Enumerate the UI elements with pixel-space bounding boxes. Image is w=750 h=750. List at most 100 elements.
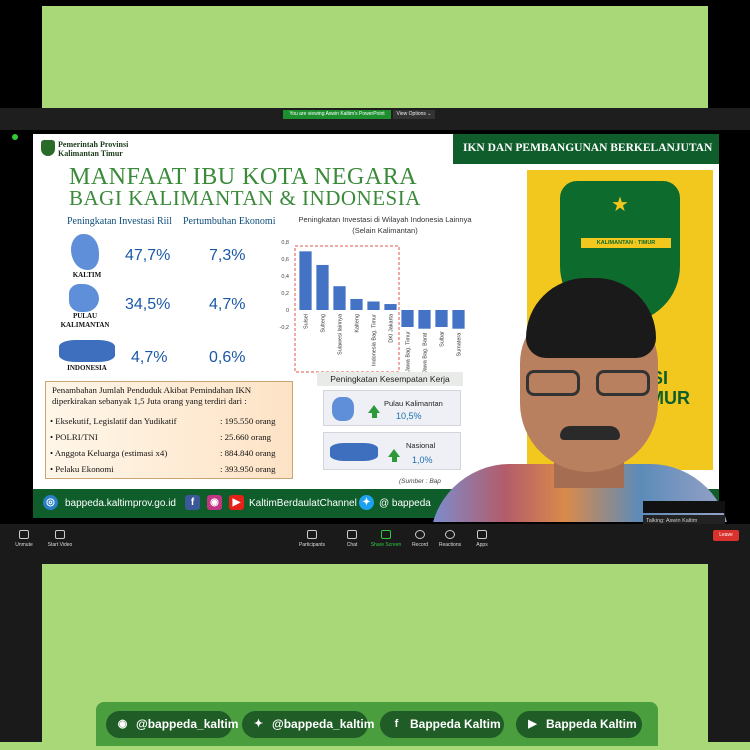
chart-bar [299,251,312,310]
x-category-label: Sulawesi lainnya [338,313,344,355]
chart-bar [333,286,346,310]
thumbnail-strip[interactable] [643,501,725,513]
social-pill-facebook[interactable]: f Bappeda Kaltim [380,711,504,738]
instagram-icon: ◉ [207,495,222,510]
region-label-kalimantan: PULAU KALIMANTAN [60,312,110,329]
x-category-label: Jawa Bag. Barat [423,332,429,373]
social-twitter-text: @bappeda_kaltim [272,717,375,731]
kaltim-map-icon [71,234,99,270]
share-screen-icon [381,530,391,539]
population-row: • POLRI/TNI [50,432,98,442]
share-screen-label: Share Screen [370,542,402,548]
population-intro: Penambahan Jumlah Penduduk Akibat Pemind… [52,385,252,406]
social-pill-instagram[interactable]: ◉ @bappeda_kaltim [106,711,238,738]
footer-website: bappeda.kaltimprov.go.id [65,498,176,509]
y-tick-label: 0,4 [281,274,289,280]
invest-value-indonesia: 4,7% [131,349,168,366]
growth-value-indonesia: 0,6% [209,349,246,366]
invest-value-kaltim: 47,7% [125,247,171,264]
gov-line-2: Kalimantan Timur [58,149,123,158]
camera-icon [55,530,65,539]
population-row: • Pelaku Ekonomi [50,464,114,474]
slide-header-left: Pemerintah Provinsi Kalimantan Timur [33,134,453,164]
social-facebook-text: Bappeda Kaltim [410,717,501,731]
facebook-icon: f [185,495,200,510]
view-options-button[interactable]: View Options ⌄ [393,110,435,119]
apps-label: Apps [476,542,488,548]
slide-title-line-2: BAGI KALIMANTAN & INDONESIA [69,186,421,210]
x-category-label: Indonesia Bag. Timur [372,314,378,366]
glasses-left-lens [526,370,580,396]
social-pill-twitter[interactable]: ✦ @bappeda_kaltim [242,711,374,738]
header-title: IKN DAN PEMBANGUNAN BERKELANJUTAN [463,142,713,154]
chart-bar [418,310,431,329]
chart-bar [401,310,414,327]
growth-value-kaltim: 7,3% [209,247,246,264]
chart-bar [367,301,380,310]
apps-icon [477,530,487,539]
social-pill-youtube[interactable]: ▶ Bappeda Kaltim [516,711,642,738]
leave-button[interactable]: Leave [713,530,739,541]
youtube-icon: ▶ [528,718,537,730]
speaker-mustache [560,426,620,440]
chart-bar [316,264,329,310]
twitter-icon: ✦ [359,495,374,510]
population-row: • Anggota Keluarga (estimasi x4) [50,448,168,458]
emblem-star-icon: ★ [611,194,629,216]
start-video-button[interactable]: Start Video [38,530,82,548]
emblem-ribbon: KALIMANTAN · TIMUR [581,238,671,248]
record-label: Record [411,542,429,548]
population-row-value: : 195.550 orang [220,416,276,426]
x-category-label: Sulsel [304,314,310,329]
zoom-top-bar: You are viewing Aswin Kaltim's PowerPoin… [0,108,750,130]
participants-icon [307,530,317,539]
x-category-label: Sulteng [321,314,327,333]
region-label-kaltim: KALTIM [72,271,102,279]
kalimantan-map-icon [69,284,99,312]
apps-button[interactable]: Apps [460,530,504,548]
youtube-icon: ▶ [229,495,244,510]
population-row-label: Eksekutif, Legislatif dan Yudikatif [55,416,177,426]
kerja-kalimantan-value: 10,5% [396,411,422,421]
y-tick-label: -0,2 [280,325,289,331]
chart-bar [384,304,397,310]
government-logo-icon [41,140,55,156]
population-row-value: : 25.660 orang [220,432,272,442]
glasses-right-lens [596,370,650,396]
security-shield-icon[interactable] [12,134,18,140]
population-row-label: Pelaku Ekonomi [55,464,114,474]
y-tick-label: 0,2 [281,291,289,297]
population-row-value: : 884.840 orang [220,448,276,458]
viewing-banner: You are viewing Aswin Kaltim's PowerPoin… [283,110,391,119]
x-category-label: DKI Jakarta [389,313,395,343]
indonesia-map-icon [59,340,115,362]
government-name: Pemerintah Provinsi Kalimantan Timur [58,140,128,158]
facebook-icon: f [394,718,399,730]
population-box: Penambahan Jumlah Penduduk Akibat Pemind… [45,381,293,479]
indonesia-small-map-icon [330,443,378,461]
population-row-value: : 393.950 orang [220,464,276,474]
invest-value-kalimantan: 34,5% [125,296,171,313]
participants-button[interactable]: Participants [290,530,334,548]
reactions-label: Reactions [438,542,462,548]
start-video-label: Start Video [47,542,73,548]
social-media-bar: ◉ @bappeda_kaltim ✦ @bappeda_kaltim f Ba… [96,702,658,746]
instagram-icon: ◉ [117,718,128,730]
speaker-video [430,278,730,522]
growth-column-header: Pertumbuhan Ekonomi [183,216,276,227]
up-arrow-stem [391,457,397,462]
chart-bar [350,298,363,310]
region-label-indonesia: INDONESIA [67,364,107,372]
twitter-icon: ✦ [253,718,264,730]
y-tick-label: 0 [286,308,289,314]
chat-label: Chat [346,542,358,548]
social-instagram-text: @bappeda_kaltim [136,717,239,731]
up-arrow-icon [368,405,380,413]
top-green-panel [42,6,708,108]
x-category-label: Jawa Bag. Timur [406,331,412,372]
unmute-label: Unmute [15,542,33,548]
chat-icon [347,530,357,539]
reactions-icon [445,530,455,539]
gov-line-1: Pemerintah Provinsi [58,140,129,149]
chart-title: Peningkatan Investasi di Wilayah Indones… [298,215,472,235]
